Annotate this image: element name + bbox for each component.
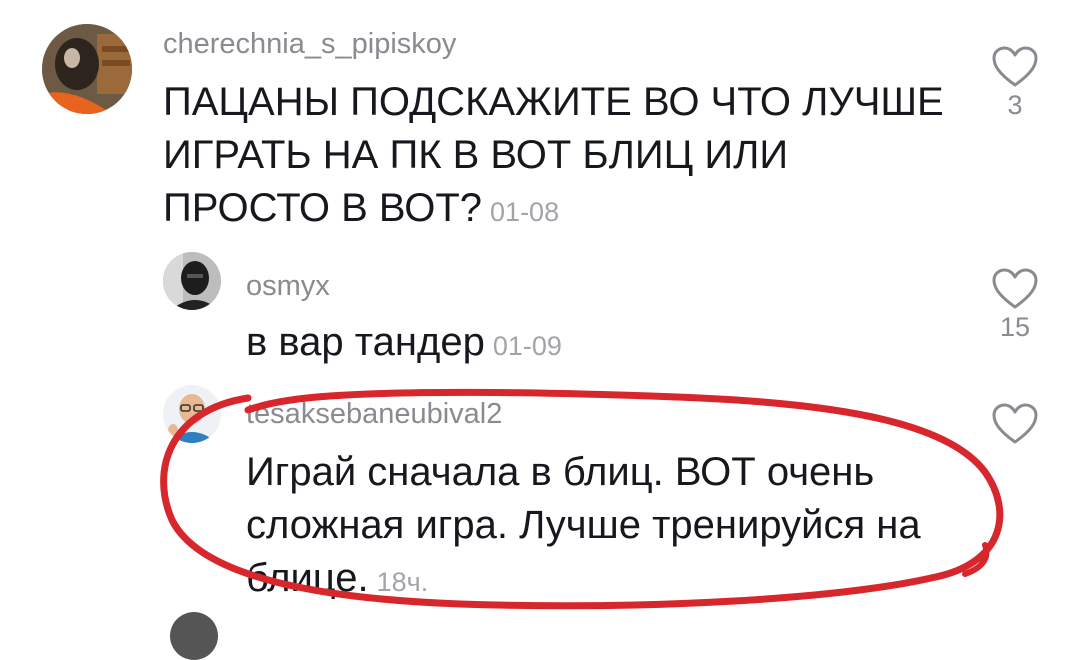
heart-icon [992, 46, 1038, 87]
heart-icon [992, 403, 1038, 444]
cat-photo-avatar-icon [42, 24, 132, 114]
comment-username[interactable]: tesaksebaneubival2 [246, 398, 502, 431]
next-comment-avatar-edge [170, 612, 218, 660]
heart-icon [992, 268, 1038, 309]
like-button[interactable] [980, 403, 1050, 447]
like-button[interactable]: 3 [980, 46, 1050, 121]
comment-text: ПАЦАНЫ ПОДСКАЖИТЕ ВО ЧТО ЛУЧШЕ ИГРАТЬ НА… [163, 76, 963, 239]
comment-username[interactable]: cherechnia_s_pipiskoy [163, 28, 456, 61]
man-with-glasses-avatar-icon [163, 385, 221, 443]
avatar[interactable] [42, 24, 132, 114]
masked-person-avatar-icon [163, 252, 221, 310]
comment-timestamp: 18ч. [376, 567, 429, 597]
comment-body: в вар тандер [246, 320, 485, 364]
avatar[interactable] [163, 252, 221, 310]
like-count: 15 [999, 312, 1031, 342]
like-button[interactable]: 15 [980, 268, 1050, 343]
comment-text: Играй сначала в блиц. ВОТ очень сложная … [246, 446, 966, 609]
avatar[interactable] [163, 385, 221, 443]
comment-text: в вар тандер 01-09 [246, 316, 946, 373]
comment-username[interactable]: osmyx [246, 270, 330, 303]
like-count: 3 [1007, 90, 1023, 120]
comment-timestamp: 01-08 [490, 197, 560, 227]
comment-timestamp: 01-09 [492, 331, 562, 361]
comment-body: Играй сначала в блиц. ВОТ очень сложная … [246, 450, 921, 600]
